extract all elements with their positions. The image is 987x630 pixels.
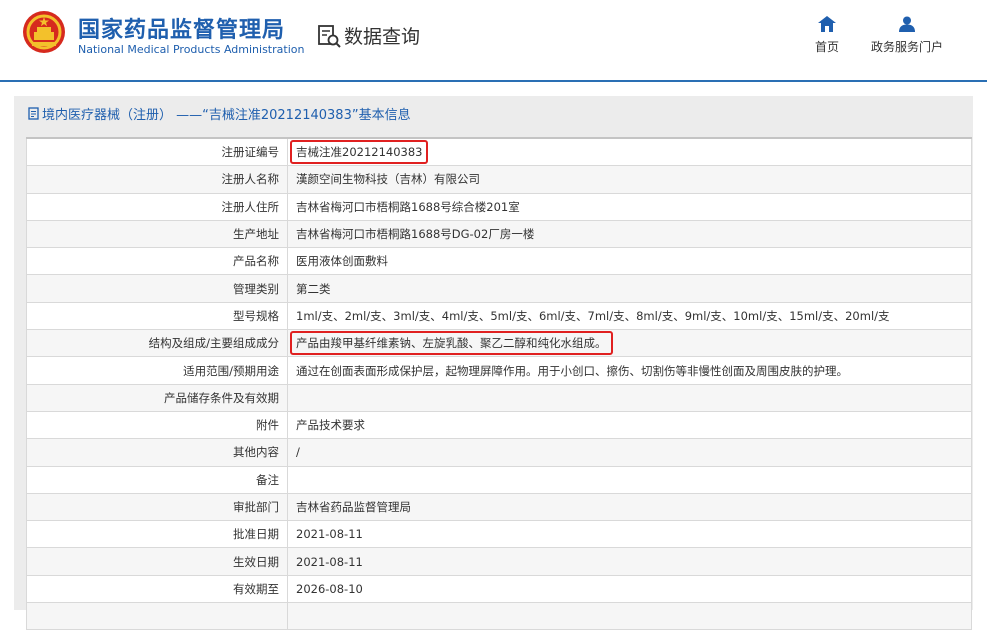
field-value: 吉林省梅河口市梧桐路1688号DG-02厂房一楼 [296, 227, 535, 242]
field-value: 吉林省药品监督管理局 [296, 500, 411, 514]
site-header: 国家药品监督管理局 National Medical Products Admi… [0, 0, 987, 80]
field-value-cell: 2021-08-11 [287, 547, 972, 576]
highlighted-field-value: 产品由羧甲基纤维素钠、左旋乳酸、聚乙二醇和纯化水组成。 [290, 331, 613, 356]
field-value-cell [287, 383, 972, 412]
table-row: 型号规格 1ml/支、2ml/支、3ml/支、4ml/支、5ml/支、6ml/支、… [26, 301, 972, 331]
table-row: 其他内容 / [26, 438, 972, 467]
nav-service-portal[interactable]: 政务服务门户 [870, 16, 944, 55]
field-value: 2026-08-10 [296, 581, 363, 596]
table-row: 批准日期 2021-08-11 [26, 520, 972, 549]
field-value-cell: 医用液体创面敷料 [287, 247, 972, 276]
field-label: 注册证编号 [26, 137, 288, 167]
data-query-label: 数据查询 [344, 26, 421, 48]
field-value-cell: 吉林省梅河口市梧桐路1688号DG-02厂房一楼 [287, 219, 972, 249]
field-value-cell: 2021-08-11 [287, 520, 972, 549]
table-row: 产品名称 医用液体创面敷料 [26, 247, 972, 276]
table-row: 产品储存条件及有效期 [26, 383, 972, 412]
field-label: 生效日期 [26, 547, 288, 576]
nav-home-label: 首页 [814, 40, 839, 54]
nav-home[interactable]: 首页 [812, 16, 842, 55]
field-value-cell: 产品技术要求 [287, 410, 972, 440]
table-row: 管理类别 第二类 [26, 274, 972, 303]
field-value-cell [287, 602, 972, 630]
detail-panel: 境内医疗器械（注册） ——“吉械注准20212140383”基本信息 注册证编号… [14, 96, 973, 630]
table-row: 审批部门 吉林省药品监督管理局 [26, 492, 972, 522]
field-value-cell: 吉械注准20212140383 [287, 137, 972, 167]
field-value: 通过在创面表面形成保护层，起物理屏障作用。用于小创口、擦伤、切割伤等非慢性创面及… [296, 363, 848, 378]
field-value-cell: 通过在创面表面形成保护层，起物理屏障作用。用于小创口、擦伤、切割伤等非慢性创面及… [287, 356, 972, 385]
field-label: 管理类别 [26, 274, 288, 303]
panel-title-text: 境内医疗器械（注册） ——“吉械注准20212140383”基本信息 [42, 108, 411, 123]
field-value-cell: / [287, 438, 972, 467]
home-icon [818, 16, 836, 32]
field-value-cell: 2026-08-10 [287, 574, 972, 604]
table-row: 附件 产品技术要求 [26, 410, 972, 440]
field-label: 有效期至 [26, 574, 288, 604]
table-row: 适用范围/预期用途 通过在创面表面形成保护层，起物理屏障作用。用于小创口、擦伤、切… [26, 356, 972, 385]
table-row: 注册人住所 吉林省梅河口市梧桐路1688号综合楼201室 [26, 192, 972, 221]
field-label: 附件 [26, 410, 288, 440]
field-value-cell: 1ml/支、2ml/支、3ml/支、4ml/支、5ml/支、6ml/支、7ml/… [287, 301, 972, 331]
document-search-icon [318, 24, 341, 48]
field-value: 漢颜空间生物科技（吉林）有限公司 [296, 172, 480, 187]
nav-service-portal-label: 政务服务门户 [870, 40, 943, 54]
field-label: 审批部门 [26, 492, 288, 522]
field-value-cell: 漢颜空间生物科技（吉林）有限公司 [287, 165, 972, 194]
table-row: 注册人名称 漢颜空间生物科技（吉林）有限公司 [26, 165, 972, 194]
field-value: / [296, 445, 300, 460]
table-row: 注册证编号 吉械注准20212140383 [26, 137, 972, 167]
field-label: 注册人住所 [26, 192, 288, 221]
highlighted-field-value: 吉械注准20212140383 [290, 140, 429, 165]
field-value: 第二类 [296, 281, 331, 296]
field-label: 产品名称 [26, 247, 288, 276]
panel-title: 境内医疗器械（注册） ——“吉械注准20212140383”基本信息 [28, 104, 411, 123]
field-value: 2021-08-11 [296, 527, 363, 542]
table-row [26, 602, 972, 630]
field-value: 吉林省梅河口市梧桐路1688号综合楼201室 [296, 199, 520, 214]
data-query-link[interactable]: 数据查询 [316, 22, 420, 49]
field-value-cell: 第二类 [287, 274, 972, 303]
field-value: 医用液体创面敷料 [296, 254, 388, 269]
field-value-cell: 产品由羧甲基纤维素钠、左旋乳酸、聚乙二醇和纯化水组成。 [287, 329, 972, 358]
table-row: 有效期至 2026-08-10 [26, 574, 972, 604]
registration-info-table: 注册证编号 吉械注准20212140383 注册人名称 漢颜空间生物科技（吉林）有限公… [26, 137, 972, 630]
field-value: 2021-08-11 [296, 554, 363, 569]
table-row: 生产地址 吉林省梅河口市梧桐路1688号DG-02厂房一楼 [26, 219, 972, 249]
national-emblem-icon [23, 11, 65, 53]
field-value: 1ml/支、2ml/支、3ml/支、4ml/支、5ml/支、6ml/支、7ml/… [296, 308, 890, 323]
field-label: 注册人名称 [26, 165, 288, 194]
field-label: 结构及组成/主要组成成分 [26, 329, 288, 358]
field-value: 产品技术要求 [296, 418, 365, 433]
field-label: 生产地址 [26, 219, 288, 249]
field-label [26, 602, 288, 630]
table-row: 结构及组成/主要组成成分 产品由羧甲基纤维素钠、左旋乳酸、聚乙二醇和纯化水组成。 [26, 329, 972, 358]
header-divider [0, 80, 987, 82]
org-name-en: National Medical Products Administration [78, 43, 305, 56]
field-label: 适用范围/预期用途 [26, 356, 288, 385]
field-value-cell [287, 465, 972, 494]
table-row: 生效日期 2021-08-11 [26, 547, 972, 576]
field-value-cell: 吉林省药品监督管理局 [287, 492, 972, 522]
field-label: 其他内容 [26, 438, 288, 467]
table-row: 备注 [26, 465, 972, 494]
document-icon [28, 107, 39, 120]
org-name-cn: 国家药品监督管理局 [78, 18, 286, 43]
field-label: 批准日期 [26, 520, 288, 549]
field-label: 备注 [26, 465, 288, 494]
user-icon [899, 16, 915, 32]
field-value-cell: 吉林省梅河口市梧桐路1688号综合楼201室 [287, 192, 972, 221]
field-label: 型号规格 [26, 301, 288, 331]
field-label: 产品储存条件及有效期 [26, 383, 288, 412]
